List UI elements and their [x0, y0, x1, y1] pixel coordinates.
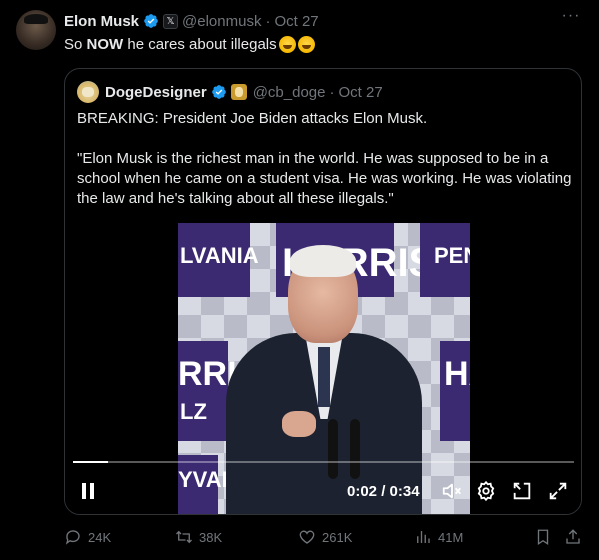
mute-button[interactable] — [441, 477, 463, 505]
heart-icon — [299, 530, 315, 544]
speaker-tie — [318, 347, 330, 407]
pause-button[interactable] — [77, 477, 99, 505]
post-date[interactable]: Oct 27 — [274, 13, 318, 30]
quoted-author-avatar[interactable] — [77, 81, 99, 103]
banner-right-mid-text: HA — [444, 355, 470, 393]
post-text-content: So NOW he cares about illegals — [64, 36, 277, 53]
doge-affiliation-icon — [230, 84, 247, 100]
fullscreen-icon — [549, 482, 567, 500]
separator-dot: · — [329, 83, 335, 101]
volume-muted-icon — [442, 483, 461, 499]
reply-icon — [65, 530, 80, 545]
video-progress-bar[interactable] — [73, 461, 574, 463]
views-chart-icon — [417, 531, 430, 543]
speaker-hair — [290, 245, 356, 277]
more-options-icon[interactable]: ··· — [561, 8, 581, 30]
quoted-post-header: DogeDesigner @cb_doge · Oct 27 — [77, 81, 383, 103]
post-actions: 24K 38K 261K 41M — [64, 526, 582, 548]
banner-left-small-text: LZ — [180, 399, 207, 424]
share-icon — [566, 529, 580, 544]
quoted-post[interactable]: DogeDesigner @cb_doge · Oct 27 BREAKING:… — [64, 68, 582, 515]
repost-count: 38K — [199, 529, 223, 545]
microphone — [328, 419, 338, 479]
picture-in-picture-icon — [513, 482, 531, 500]
settings-button[interactable] — [475, 477, 497, 505]
quoted-paragraph-1: BREAKING: President Joe Biden attacks El… — [77, 110, 428, 127]
post-header: Elon Musk 𝕏 @elonmusk · Oct 27 — [64, 12, 319, 30]
quoted-author-name[interactable]: DogeDesigner — [105, 84, 207, 101]
microphone — [350, 419, 360, 479]
x-affiliation-icon: 𝕏 — [163, 13, 179, 29]
views-button[interactable]: 41M — [414, 526, 463, 548]
gear-icon — [477, 480, 495, 502]
repost-button[interactable]: 38K — [175, 526, 222, 548]
banner-left-top-text: LVANIA — [180, 243, 259, 268]
video-frame[interactable]: LVANIA RRIS LZ YVAN HARRIS PEN HA — [178, 223, 470, 514]
reply-count: 24K — [88, 529, 112, 545]
reply-button[interactable]: 24K — [64, 526, 111, 548]
like-button[interactable]: 261K — [298, 526, 352, 548]
quoted-post-date[interactable]: Oct 27 — [338, 84, 382, 101]
verified-badge-icon — [144, 14, 158, 28]
bookmark-icon — [537, 529, 549, 546]
repost-icon — [176, 530, 192, 544]
like-count: 261K — [322, 529, 353, 545]
share-button[interactable] — [564, 526, 588, 548]
quoted-paragraph-2: "Elon Musk is the richest man in the wor… — [77, 150, 572, 207]
bookmark-button[interactable] — [534, 526, 558, 548]
video-player[interactable]: LVANIA RRIS LZ YVAN HARRIS PEN HA — [65, 223, 581, 514]
laughing-emoji-icon — [278, 36, 296, 53]
view-count: 41M — [438, 529, 464, 545]
speaker-hand — [282, 411, 316, 437]
video-progress-fill — [73, 461, 109, 463]
banner-right-top-text: PEN — [434, 243, 470, 268]
author-avatar[interactable] — [16, 10, 56, 50]
post-text: So NOW he cares about illegals — [64, 36, 315, 53]
laughing-emoji-icon — [297, 36, 315, 53]
quoted-post-text: BREAKING: President Joe Biden attacks El… — [77, 109, 573, 209]
author-handle[interactable]: @elonmusk — [182, 13, 261, 30]
video-controls: 0:02 / 0:34 — [65, 477, 581, 505]
video-time: 0:02 / 0:34 — [347, 482, 420, 500]
verified-badge-icon — [211, 85, 226, 99]
separator-dot: · — [265, 12, 271, 30]
author-name[interactable]: Elon Musk — [64, 13, 139, 30]
quoted-author-handle[interactable]: @cb_doge — [253, 84, 326, 101]
fullscreen-button[interactable] — [547, 477, 569, 505]
pip-button[interactable] — [511, 477, 533, 505]
